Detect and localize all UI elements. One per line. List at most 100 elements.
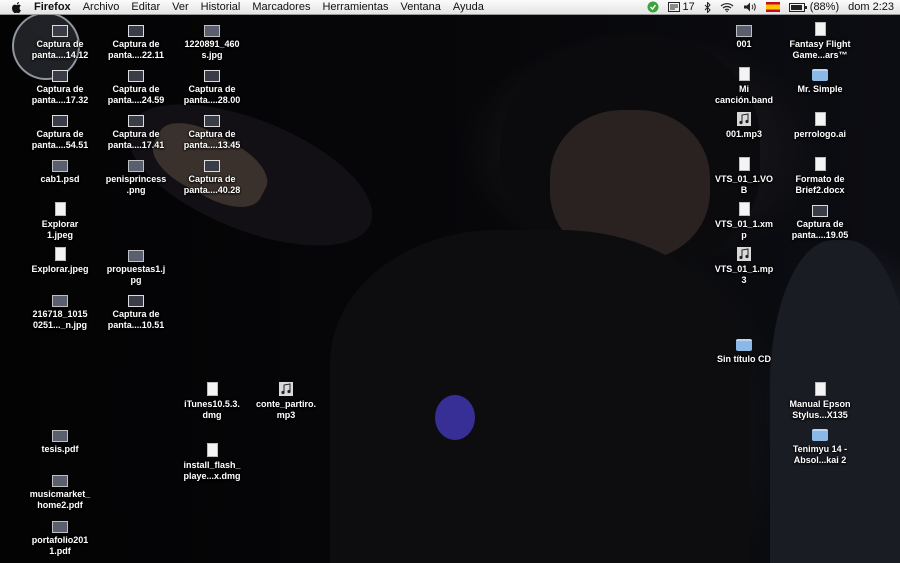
file-label: Captura de panta....24.59 (107, 84, 165, 105)
menu-ayuda[interactable]: Ayuda (447, 0, 490, 14)
adium-count: 17 (682, 1, 695, 13)
desktop-file-icon[interactable]: 001.mp3 (705, 112, 783, 140)
desktop-file-icon[interactable]: VTS_01_1.mp 3 (705, 247, 783, 286)
screenshot-icon (173, 67, 251, 82)
desktop-file-icon[interactable]: tesis.pdf (21, 427, 99, 455)
desktop-file-icon[interactable]: Captura de panta....17.41 (97, 112, 175, 151)
desktop-file-icon[interactable]: iTunes10.5.3. dmg (173, 382, 251, 421)
file-label: Captura de panta....40.28 (183, 174, 241, 195)
desktop-file-icon[interactable]: Captura de panta....17.32 (21, 67, 99, 106)
document-icon (173, 443, 251, 457)
document-icon (21, 247, 99, 261)
image-icon (21, 472, 99, 487)
desktop-file-icon[interactable]: 1220891_460 s.jpg (173, 22, 251, 61)
file-label: install_flash_ playe...x.dmg (183, 460, 241, 481)
screenshot-icon (97, 112, 175, 127)
menu-ver[interactable]: Ver (166, 0, 195, 14)
apple-menu-icon[interactable] (8, 0, 28, 14)
desktop-file-icon[interactable]: Explorar.jpeg (21, 247, 99, 275)
battery-status[interactable]: (88%) (788, 0, 839, 14)
volume-icon[interactable] (743, 2, 757, 12)
desktop-file-icon[interactable]: Captura de panta....10.51 (97, 292, 175, 331)
menu-ventana[interactable]: Ventana (394, 0, 446, 14)
desktop-file-icon[interactable]: Mi canción.band (705, 67, 783, 106)
music-icon (705, 112, 783, 126)
desktop-file-icon[interactable]: penisprincess .png (97, 157, 175, 196)
document-icon (705, 202, 783, 216)
desktop-file-icon[interactable]: Explorar 1.jpeg (21, 202, 99, 241)
desktop-file-icon[interactable]: conte_partiro. mp3 (247, 382, 325, 421)
file-label: Captura de panta....28.00 (183, 84, 241, 105)
desktop-file-icon[interactable]: Captura de panta....22.11 (97, 22, 175, 61)
image-icon (173, 22, 251, 37)
file-label: Captura de panta....22.11 (107, 39, 165, 60)
desktop-file-icon[interactable]: Manual Epson Stylus...X135 (781, 382, 859, 421)
desktop-file-icon[interactable]: cab1.psd (21, 157, 99, 185)
screenshot-icon (173, 112, 251, 127)
menu-marcadores[interactable]: Marcadores (246, 0, 316, 14)
menu-archivo[interactable]: Archivo (77, 0, 126, 14)
screenshot-icon (97, 292, 175, 307)
desktop-file-icon[interactable]: Mr. Simple (781, 67, 859, 95)
file-label: Formato de Brief2.docx (795, 174, 845, 195)
screenshot-icon (781, 202, 859, 217)
music-icon (705, 247, 783, 261)
file-label: Fantasy Flight Game...ars™ (789, 39, 851, 60)
screenshot-icon (21, 112, 99, 127)
input-flag-icon[interactable] (765, 2, 780, 12)
file-label: VTS_01_1.VO B (714, 174, 774, 195)
desktop-file-icon[interactable]: VTS_01_1.VO B (705, 157, 783, 196)
image-icon (97, 247, 175, 262)
wifi-icon[interactable] (720, 2, 734, 12)
image-icon (705, 22, 783, 37)
desktop-file-icon[interactable]: Captura de panta....14.12 (21, 22, 99, 61)
file-label: portafolio201 1.pdf (31, 535, 89, 556)
desktop-file-icon[interactable]: Tenimyu 14 - Absol...kai 2 (781, 427, 859, 466)
desktop-file-icon[interactable]: portafolio201 1.pdf (21, 518, 99, 557)
menu-editar[interactable]: Editar (125, 0, 166, 14)
desktop-file-icon[interactable]: Captura de panta....40.28 (173, 157, 251, 196)
evernote-icon[interactable] (647, 1, 659, 13)
file-label: penisprincess .png (105, 174, 167, 195)
file-label: Captura de panta....54.51 (31, 129, 89, 150)
desktop-file-icon[interactable]: musicmarket_ home2.pdf (21, 472, 99, 511)
file-label: perrologo.ai (793, 129, 846, 139)
screenshot-icon (21, 22, 99, 37)
screenshot-icon (173, 157, 251, 172)
desktop-file-icon[interactable]: Formato de Brief2.docx (781, 157, 859, 196)
desktop-file-icon[interactable]: Sin título CD (705, 337, 783, 365)
image-icon (97, 157, 175, 172)
desktop-file-icon[interactable]: VTS_01_1.xm p (705, 202, 783, 241)
image-icon (21, 427, 99, 442)
desktop-file-icon[interactable]: Captura de panta....24.59 (97, 67, 175, 106)
bluetooth-icon[interactable] (704, 1, 711, 13)
document-icon (173, 382, 251, 396)
menu-firefox[interactable]: Firefox (28, 0, 77, 14)
document-icon (705, 157, 783, 171)
folder-icon (705, 337, 783, 351)
image-icon (21, 292, 99, 307)
menubar-clock[interactable]: dom 2:23 (848, 0, 894, 14)
file-label: tesis.pdf (41, 444, 79, 454)
desktop-file-icon[interactable]: Fantasy Flight Game...ars™ (781, 22, 859, 61)
file-label: Tenimyu 14 - Absol...kai 2 (792, 444, 848, 465)
desktop-file-icon[interactable]: propuestas1.j pg (97, 247, 175, 286)
desktop-file-icon[interactable]: Captura de panta....19.05 (781, 202, 859, 241)
menu-herramientas[interactable]: Herramientas (316, 0, 394, 14)
desktop-file-icon[interactable]: 001 (705, 22, 783, 50)
adium-status-icon[interactable]: 17 (667, 0, 695, 14)
menu-historial[interactable]: Historial (195, 0, 247, 14)
desktop-file-icon[interactable]: Captura de panta....13.45 (173, 112, 251, 151)
desktop-file-icon[interactable]: install_flash_ playe...x.dmg (173, 443, 251, 482)
file-label: Explorar.jpeg (31, 264, 89, 274)
document-icon (705, 67, 783, 81)
file-label: Captura de panta....14.12 (31, 39, 89, 60)
screenshot-icon (97, 67, 175, 82)
screenshot-icon (21, 67, 99, 82)
desktop-file-icon[interactable]: 216718_1015 0251..._n.jpg (21, 292, 99, 331)
desktop-file-icon[interactable]: Captura de panta....28.00 (173, 67, 251, 106)
file-label: 001.mp3 (725, 129, 763, 139)
desktop-file-icon[interactable]: perrologo.ai (781, 112, 859, 140)
screenshot-icon (97, 22, 175, 37)
desktop-file-icon[interactable]: Captura de panta....54.51 (21, 112, 99, 151)
